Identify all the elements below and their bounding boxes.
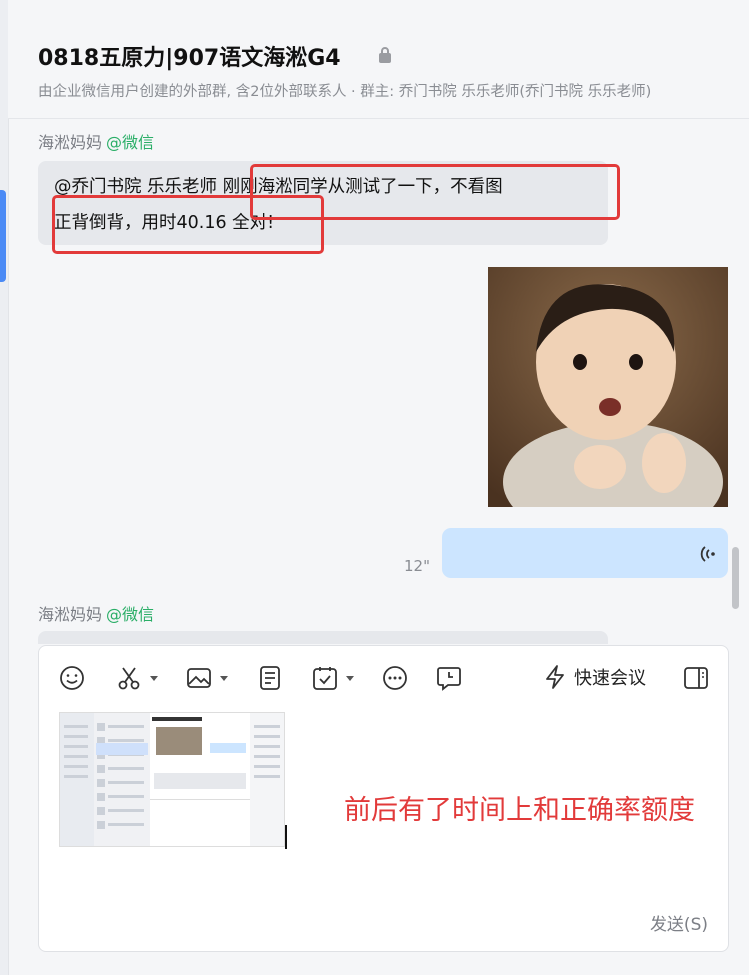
emoji-button[interactable] xyxy=(59,664,85,692)
quick-meeting-button[interactable]: 快速会议 xyxy=(544,664,646,690)
chevron-down-icon[interactable] xyxy=(150,675,158,681)
voice-message-bubble[interactable] xyxy=(442,528,728,578)
calendar-check-icon xyxy=(313,667,337,690)
voice-duration: 12" xyxy=(404,557,430,575)
sender-name[interactable]: 海淞妈妈 xyxy=(38,605,102,624)
red-highlight-box xyxy=(52,195,324,254)
schedule-button[interactable] xyxy=(312,664,354,692)
image-button[interactable] xyxy=(186,664,228,692)
chevron-down-icon[interactable] xyxy=(220,675,228,681)
side-panel-icon xyxy=(684,667,708,689)
red-annotation-text: 前后有了时间上和正确率额度 xyxy=(344,795,695,826)
chat-header: 0818五原力|907语文海淞G4 由企业微信用户创建的外部群, 含2位外部联系… xyxy=(8,0,749,119)
history-button[interactable] xyxy=(436,664,462,692)
chat-clock-icon xyxy=(437,667,461,691)
message-composer: 快速会议 前后有了时间上和正确率额度 发送(S) xyxy=(38,645,729,952)
screenshot-button[interactable] xyxy=(116,664,158,692)
image-icon xyxy=(187,668,211,688)
message-sender: 海淞妈妈 @微信 xyxy=(38,129,154,153)
sender-name[interactable]: 海淞妈妈 xyxy=(38,133,102,152)
text-cursor xyxy=(285,825,287,849)
chat-scrollbar[interactable] xyxy=(732,547,739,609)
quick-meeting-label: 快速会议 xyxy=(574,668,646,689)
message-sender: 海淞妈妈 @微信 xyxy=(38,601,154,625)
lightning-icon xyxy=(546,665,564,689)
chevron-down-icon[interactable] xyxy=(346,675,354,681)
more-button[interactable] xyxy=(382,664,408,692)
active-conversation-indicator xyxy=(0,190,6,282)
emoji-icon xyxy=(60,666,84,690)
scissors-icon xyxy=(118,667,140,690)
side-panel-button[interactable] xyxy=(683,664,709,692)
sender-app-tag: @微信 xyxy=(106,133,155,152)
message-bubble[interactable] xyxy=(38,631,608,644)
pasted-screenshot-thumbnail[interactable] xyxy=(59,712,285,847)
document-button[interactable] xyxy=(258,664,282,692)
lock-icon xyxy=(378,46,392,64)
send-button[interactable]: 发送(S) xyxy=(650,910,708,935)
group-description: 由企业微信用户创建的外部群, 含2位外部联系人 · 群主: 乔门书院 乐乐老师(… xyxy=(38,84,652,100)
voice-wave-icon xyxy=(698,544,718,564)
message-bubble[interactable]: @乔门书院 乐乐老师 刚刚海淞同学从测试了一下，不看图 正背倒背，用时40.16… xyxy=(38,161,620,254)
document-icon xyxy=(260,666,280,690)
message-list[interactable]: 海淞妈妈 @微信 @乔门书院 乐乐老师 刚刚海淞同学从测试了一下，不看图 正背倒背… xyxy=(8,119,749,644)
baby-photo-icon[interactable] xyxy=(488,267,728,507)
sender-app-tag: @微信 xyxy=(106,605,155,624)
more-dots-icon xyxy=(383,666,407,690)
page-title: 0818五原力|907语文海淞G4 xyxy=(38,46,341,71)
